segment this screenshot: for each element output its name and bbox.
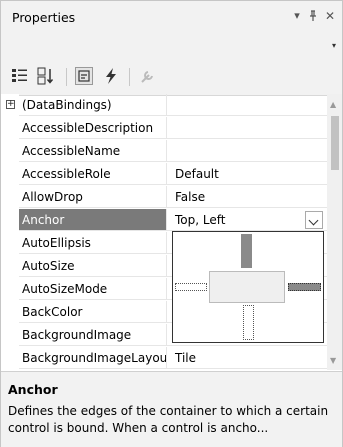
anchor-right-toggle[interactable] bbox=[288, 283, 321, 291]
properties-button[interactable] bbox=[75, 67, 93, 85]
property-name: AutoEllipsis bbox=[19, 232, 167, 254]
property-row-anchor[interactable]: Anchor Top, Left bbox=[1, 209, 327, 232]
toolbar bbox=[1, 59, 342, 96]
toolbar-separator bbox=[66, 68, 67, 86]
expand-icon[interactable]: + bbox=[6, 100, 15, 109]
property-row-accessiblerole[interactable]: AccessibleRole Default bbox=[1, 163, 327, 186]
row-gutter bbox=[1, 186, 19, 209]
scroll-thumb[interactable] bbox=[331, 116, 339, 170]
row-gutter bbox=[1, 209, 19, 232]
row-gutter bbox=[1, 163, 19, 186]
properties-icon bbox=[75, 67, 93, 85]
property-value[interactable]: False bbox=[167, 186, 327, 208]
chevron-down-icon bbox=[308, 215, 319, 226]
property-row-allowdrop[interactable]: AllowDrop False bbox=[1, 186, 327, 209]
panel-title: Properties bbox=[12, 10, 76, 25]
object-selector[interactable]: ▾ bbox=[1, 35, 342, 59]
vertical-scrollbar[interactable]: ▲ ▼ bbox=[327, 94, 342, 370]
property-value[interactable] bbox=[167, 140, 327, 162]
row-gutter bbox=[1, 140, 19, 163]
properties-panel: Properties ▾ ✕ ▾ + (DataBindings) Access… bbox=[0, 0, 343, 447]
property-row-accessibledescription[interactable]: AccessibleDescription bbox=[1, 117, 327, 140]
wrench-icon bbox=[141, 71, 153, 83]
description-pane: Anchor Defines the edges of the containe… bbox=[1, 371, 342, 447]
property-name: (DataBindings) bbox=[19, 94, 167, 116]
scroll-down-icon[interactable]: ▼ bbox=[330, 356, 336, 365]
alphabetical-icon bbox=[37, 67, 54, 85]
close-button[interactable]: ✕ bbox=[323, 7, 337, 25]
pin-button[interactable] bbox=[306, 7, 320, 25]
row-gutter bbox=[1, 347, 19, 370]
categorized-icon bbox=[12, 69, 27, 82]
property-value[interactable] bbox=[167, 117, 327, 139]
anchor-editor bbox=[172, 231, 324, 343]
anchor-bottom-toggle[interactable] bbox=[243, 305, 254, 340]
property-pages-button bbox=[139, 67, 157, 85]
property-row-backgroundimagelayout[interactable]: BackgroundImageLayout Tile bbox=[1, 347, 327, 370]
property-name: AutoSize bbox=[19, 255, 167, 277]
row-gutter bbox=[1, 301, 19, 324]
property-name: BackgroundImage bbox=[19, 324, 167, 346]
chevron-down-icon: ▾ bbox=[331, 41, 336, 50]
property-name: BackgroundImageLayout bbox=[19, 347, 167, 369]
row-gutter bbox=[1, 117, 19, 140]
anchor-left-toggle[interactable] bbox=[175, 283, 207, 291]
property-row-databindings[interactable]: + (DataBindings) bbox=[1, 94, 327, 117]
lightning-icon bbox=[106, 68, 116, 84]
property-value[interactable]: Tile bbox=[167, 347, 327, 369]
property-name: AccessibleRole bbox=[19, 163, 167, 185]
row-gutter bbox=[1, 324, 19, 347]
scroll-up-icon[interactable]: ▲ bbox=[330, 100, 336, 109]
events-button[interactable] bbox=[102, 67, 120, 85]
categorized-button[interactable] bbox=[11, 67, 29, 85]
row-gutter bbox=[1, 278, 19, 301]
title-bar: Properties ▾ ✕ bbox=[1, 1, 342, 35]
property-name: AccessibleDescription bbox=[19, 117, 167, 139]
property-value[interactable]: Top, Left bbox=[167, 209, 327, 231]
row-gutter bbox=[1, 232, 19, 255]
property-name: Anchor bbox=[19, 209, 167, 231]
description-text: Defines the edges of the container to wh… bbox=[8, 404, 329, 435]
property-name: BackColor bbox=[19, 301, 167, 323]
window-menu-button[interactable]: ▾ bbox=[290, 7, 304, 25]
property-value[interactable] bbox=[167, 94, 327, 116]
pin-icon bbox=[310, 10, 316, 21]
alphabetical-button[interactable] bbox=[37, 67, 55, 85]
description-title: Anchor bbox=[8, 382, 58, 397]
property-name: AccessibleName bbox=[19, 140, 167, 162]
anchor-dropdown-button[interactable] bbox=[305, 211, 323, 229]
property-name: AutoSizeMode bbox=[19, 278, 167, 300]
anchor-top-toggle[interactable] bbox=[241, 234, 252, 268]
property-value[interactable]: Default bbox=[167, 163, 327, 185]
anchor-control-preview bbox=[209, 271, 285, 303]
row-gutter bbox=[1, 255, 19, 278]
property-name: AllowDrop bbox=[19, 186, 167, 208]
toolbar-separator bbox=[129, 68, 130, 86]
property-row-accessiblename[interactable]: AccessibleName bbox=[1, 140, 327, 163]
row-gutter: + bbox=[1, 94, 19, 117]
